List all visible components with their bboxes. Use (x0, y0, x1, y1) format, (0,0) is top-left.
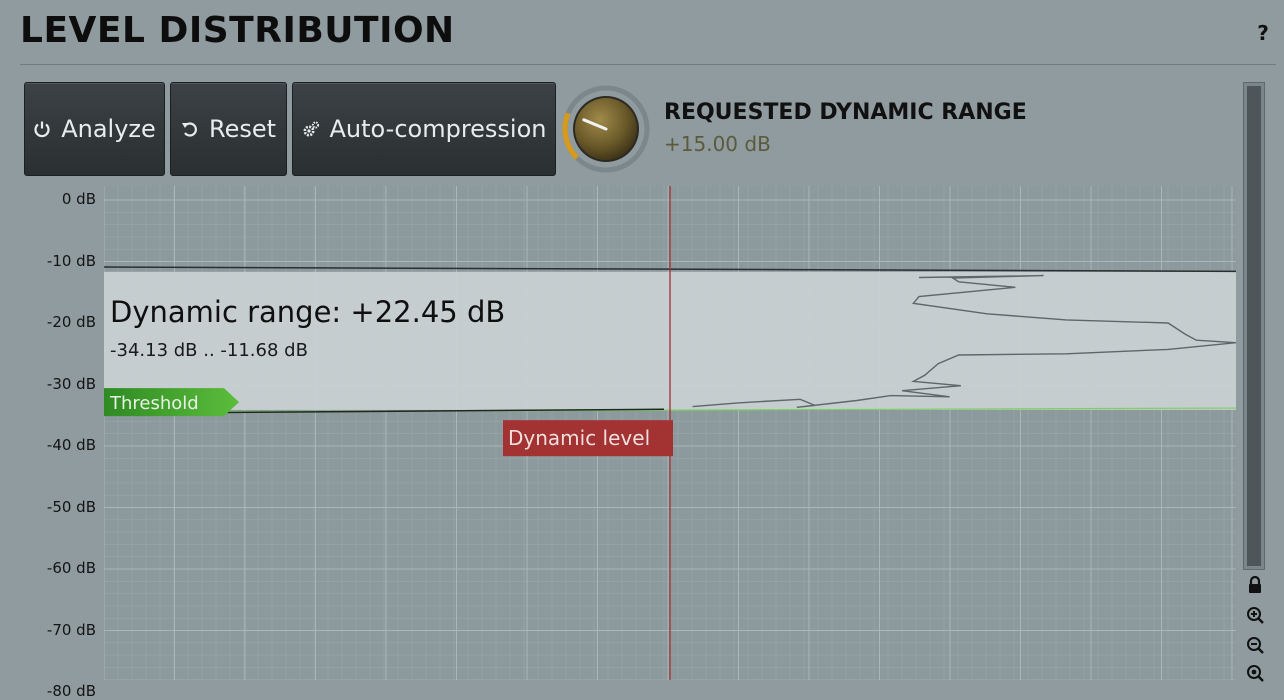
auto-compression-label: Auto-compression (329, 115, 547, 143)
threshold-label: Threshold (109, 393, 199, 414)
title-bar: LEVEL DISTRIBUTION ? (0, 0, 1284, 66)
parameter-value: +15.00 dB (664, 132, 771, 156)
y-tick-label: -60 dB (46, 559, 96, 577)
y-tick-label: 0 dB (61, 190, 96, 208)
reset-button[interactable]: Reset (170, 82, 287, 176)
analyze-button[interactable]: Analyze (24, 82, 165, 176)
y-tick-label: -10 dB (46, 251, 96, 270)
lock-icon[interactable] (1244, 574, 1266, 596)
reset-label: Reset (208, 115, 277, 143)
y-tick-label: -40 dB (46, 436, 96, 454)
dynamic-range-readout: Dynamic range: +22.45 dB (110, 295, 505, 329)
level-distribution-graph[interactable]: Threshold Dynamic level Dynamic range: +… (103, 186, 1237, 681)
vertical-scrollbar[interactable] (1243, 82, 1265, 570)
parameter-name: REQUESTED DYNAMIC RANGE (664, 100, 1027, 125)
help-button[interactable]: ? (1250, 20, 1276, 46)
range-values-readout: -34.13 dB .. -11.68 dB (110, 340, 308, 361)
page-title: LEVEL DISTRIBUTION (20, 10, 455, 51)
zoom-out-icon[interactable] (1244, 634, 1266, 656)
scrollbar-thumb[interactable] (1247, 86, 1261, 566)
dynamic-level-label: Dynamic level (508, 426, 650, 450)
y-tick-label: -50 dB (46, 497, 96, 516)
zoom-reset-icon[interactable] (1244, 662, 1266, 684)
zoom-in-icon[interactable] (1244, 604, 1266, 626)
auto-compression-button[interactable]: Auto-compression (292, 82, 556, 176)
y-tick-label: -30 dB (46, 374, 96, 393)
y-tick-label: -20 dB (46, 313, 96, 331)
title-divider (20, 64, 1276, 65)
power-icon (34, 121, 50, 138)
dynamic-range-knob[interactable] (562, 85, 650, 173)
analyze-label: Analyze (61, 115, 156, 143)
y-tick-label: -80 dB (46, 682, 96, 700)
y-tick-label: -70 dB (46, 620, 96, 639)
gears-icon (303, 121, 319, 137)
undo-icon (181, 122, 197, 137)
